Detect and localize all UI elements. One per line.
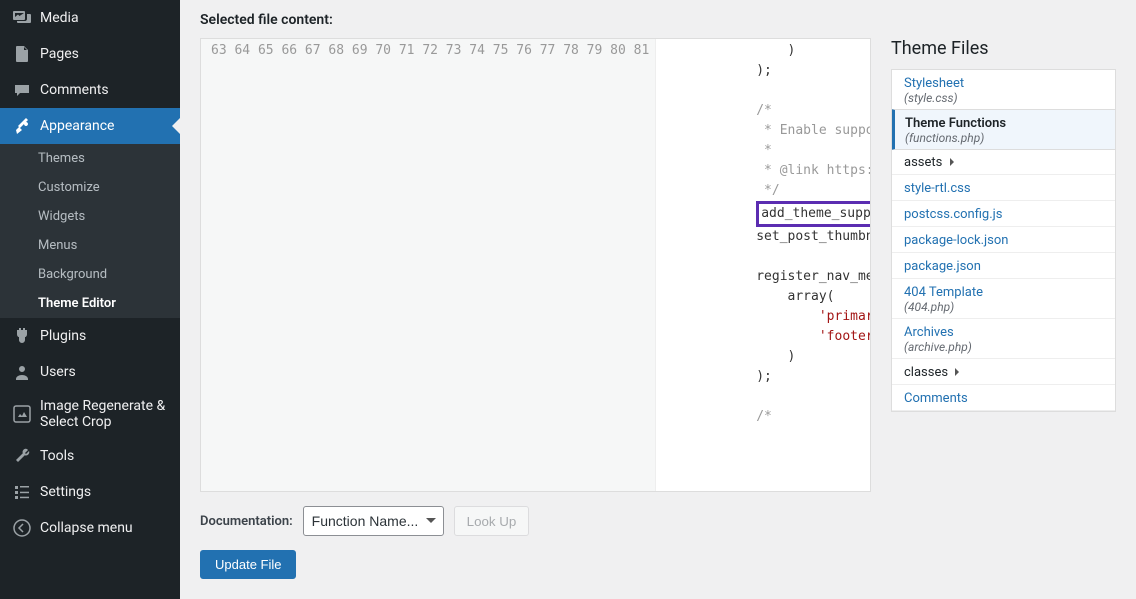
file-subname: (style.css) <box>904 91 1103 105</box>
file-name: classes <box>904 365 948 380</box>
settings-icon <box>12 482 32 502</box>
sidebar-item-collapse[interactable]: Collapse menu <box>0 510 180 546</box>
collapse-icon <box>12 518 32 538</box>
theme-file-item[interactable]: postcss.config.js <box>892 201 1115 227</box>
sidebar-item-label: Media <box>40 10 79 26</box>
sidebar-item-comments[interactable]: Comments <box>0 72 180 108</box>
theme-file-item[interactable]: Comments <box>892 385 1115 411</box>
sidebar-item-label: Users <box>40 364 76 380</box>
file-name: 404 Template <box>904 285 983 300</box>
sidebar-item-users[interactable]: Users <box>0 354 180 390</box>
users-icon <box>12 362 32 382</box>
sidebar-item-appearance[interactable]: Appearance <box>0 108 180 144</box>
sidebar-item-label: Appearance <box>40 118 114 134</box>
sidebar-item-pages[interactable]: Pages <box>0 36 180 72</box>
main-content: Selected file content: 63 64 65 66 67 68… <box>180 0 1136 599</box>
admin-sidebar: Media Pages Comments Appearance ThemesCustom… <box>0 0 180 599</box>
sidebar-item-plugins[interactable]: Plugins <box>0 318 180 354</box>
file-name: postcss.config.js <box>904 207 1002 222</box>
sidebar-item-settings[interactable]: Settings <box>0 474 180 510</box>
lookup-button[interactable]: Look Up <box>454 506 530 536</box>
sidebar-item-media[interactable]: Media <box>0 0 180 36</box>
file-subname: (404.php) <box>904 300 1103 314</box>
file-name: assets <box>904 155 942 170</box>
theme-file-item[interactable]: Archives(archive.php) <box>892 319 1115 359</box>
theme-files-title: Theme Files <box>891 38 1116 59</box>
media-icon <box>12 8 32 28</box>
sidebar-item-image-regen[interactable]: Image Regenerate & Select Crop <box>0 390 180 438</box>
sidebar-item-label: Pages <box>40 46 79 62</box>
theme-file-item[interactable]: assets <box>892 149 1115 175</box>
file-name: package.json <box>904 259 981 274</box>
chevron-right-icon <box>950 158 958 166</box>
sidebar-item-label: Collapse menu <box>40 520 133 536</box>
file-subname: (archive.php) <box>904 340 1103 354</box>
editor-column: 63 64 65 66 67 68 69 70 71 72 73 74 75 7… <box>200 38 871 579</box>
tools-icon <box>12 446 32 466</box>
line-gutter: 63 64 65 66 67 68 69 70 71 72 73 74 75 7… <box>201 39 656 491</box>
file-name: package-lock.json <box>904 233 1008 248</box>
update-file-button[interactable]: Update File <box>200 550 296 579</box>
submenu-item[interactable]: Customize <box>0 173 180 202</box>
submenu-item[interactable]: Background <box>0 260 180 289</box>
theme-file-item[interactable]: classes <box>892 359 1115 385</box>
submenu-item[interactable]: Widgets <box>0 202 180 231</box>
sidebar-item-label: Settings <box>40 484 91 500</box>
file-name: Theme Functions <box>905 116 1006 131</box>
theme-file-item[interactable]: Stylesheet(style.css) <box>892 70 1115 110</box>
code-editor[interactable]: 63 64 65 66 67 68 69 70 71 72 73 74 75 7… <box>200 38 871 492</box>
file-name: style-rtl.css <box>904 181 971 196</box>
theme-files-list[interactable]: Stylesheet(style.css)Theme Functions(fun… <box>891 69 1116 412</box>
theme-file-item[interactable]: package-lock.json <box>892 227 1115 253</box>
theme-files-panel: Theme Files Stylesheet(style.css)Theme F… <box>891 38 1116 579</box>
appearance-submenu: ThemesCustomizeWidgetsMenusBackgroundThe… <box>0 144 180 318</box>
chevron-right-icon <box>955 368 963 376</box>
sidebar-item-tools[interactable]: Tools <box>0 438 180 474</box>
comments-icon <box>12 80 32 100</box>
submenu-item[interactable]: Themes <box>0 144 180 173</box>
function-name-select[interactable]: Function Name... <box>303 506 444 536</box>
pages-icon <box>12 44 32 64</box>
section-title: Selected file content: <box>200 0 1116 38</box>
file-name: Archives <box>904 325 954 340</box>
documentation-row: Documentation: Function Name... Look Up <box>200 492 871 550</box>
sidebar-item-label: Plugins <box>40 328 86 344</box>
documentation-label: Documentation: <box>200 514 293 529</box>
file-name: Comments <box>904 391 968 406</box>
file-subname: (functions.php) <box>905 131 1104 145</box>
sidebar-item-label: Tools <box>40 448 74 464</box>
file-name: Stylesheet <box>904 76 964 91</box>
plugins-icon <box>12 326 32 346</box>
sidebar-item-label: Image Regenerate & Select Crop <box>40 398 168 430</box>
submenu-item[interactable]: Menus <box>0 231 180 260</box>
image-regen-icon <box>12 404 32 424</box>
appearance-icon <box>12 116 32 136</box>
code-content[interactable]: ) ); /* * Enable support for Post Thumbn… <box>656 39 870 491</box>
theme-file-item[interactable]: package.json <box>892 253 1115 279</box>
theme-file-item[interactable]: 404 Template(404.php) <box>892 279 1115 319</box>
theme-file-item[interactable]: style-rtl.css <box>892 175 1115 201</box>
theme-file-item[interactable]: Theme Functions(functions.php) <box>891 109 1116 150</box>
submenu-item[interactable]: Theme Editor <box>0 289 180 318</box>
sidebar-item-label: Comments <box>40 82 109 98</box>
